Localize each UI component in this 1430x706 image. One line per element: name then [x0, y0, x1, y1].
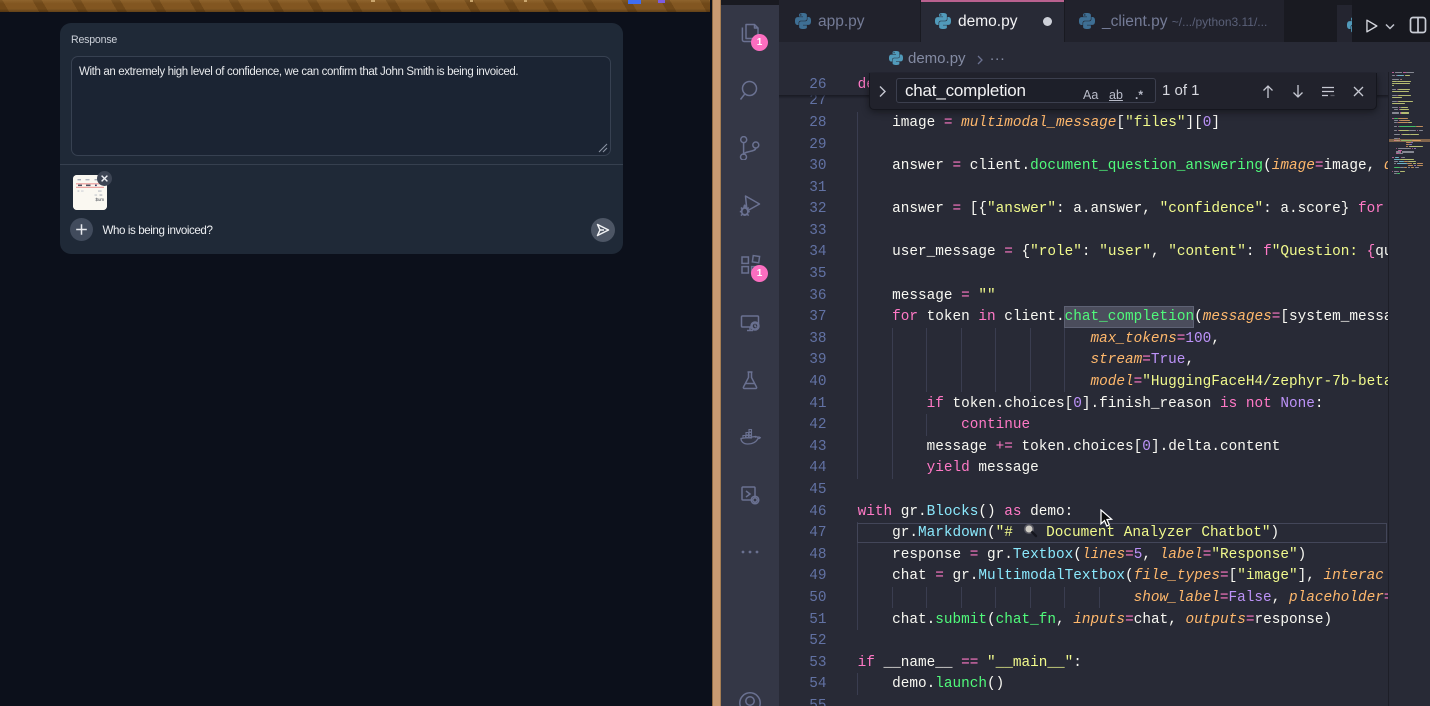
svg-text:$um: $um: [96, 197, 105, 202]
